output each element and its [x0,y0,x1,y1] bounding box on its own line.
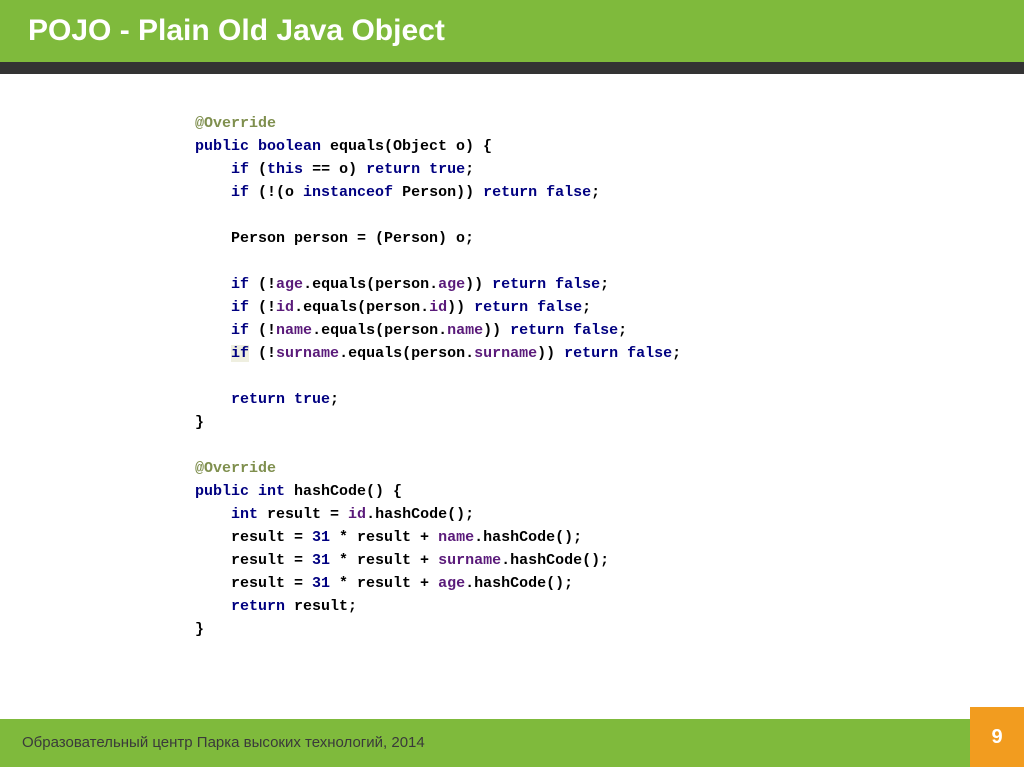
field: surname [276,345,339,362]
header-underline [0,62,1024,74]
txt: result = [231,552,312,569]
txt: result; [285,598,357,615]
annotation: @Override [195,115,276,132]
page-number-value: 9 [991,726,1002,749]
kw: if [231,322,249,339]
txt: .equals(person. [303,276,438,293]
txt: * result + [330,529,438,546]
txt: == o) [303,161,366,178]
kw: return false [483,184,591,201]
annotation: @Override [195,460,276,477]
txt: (! [249,276,276,293]
txt: .equals(person. [339,345,474,362]
footer-text: Образовательный центр Парка высоких техн… [0,719,1024,751]
txt: ; [330,391,339,408]
num: 31 [312,575,330,592]
slide-header: POJO - Plain Old Java Object [0,0,1024,62]
txt: )) [537,345,564,362]
slide-footer: Образовательный центр Парка высоких техн… [0,719,1024,767]
txt: } [195,621,204,638]
txt: ; [582,299,591,316]
kw: this [267,161,303,178]
field: id [429,299,447,316]
txt: ; [618,322,627,339]
txt: .hashCode(); [474,529,582,546]
kw: return false [510,322,618,339]
txt: * result + [330,575,438,592]
page-number: 9 [970,707,1024,767]
kw: if [231,161,249,178]
txt: (! [249,299,276,316]
kw: instanceof [303,184,393,201]
field: name [438,529,474,546]
kw: return false [564,345,672,362]
txt: )) [483,322,510,339]
kw: return true [366,161,465,178]
txt: .equals(person. [294,299,429,316]
field: name [447,322,483,339]
txt: Person)) [393,184,483,201]
txt: * result + [330,552,438,569]
kw: return true [231,391,330,408]
txt: .hashCode(); [501,552,609,569]
field: age [438,276,465,293]
field: id [348,506,366,523]
txt: hashCode() { [285,483,402,500]
field: surname [474,345,537,362]
txt: .hashCode(); [465,575,573,592]
field: surname [438,552,501,569]
txt: equals(Object o) { [321,138,492,155]
txt: ; [600,276,609,293]
num: 31 [312,529,330,546]
txt: result = [231,529,312,546]
txt: ( [249,161,267,178]
kw: int [231,506,258,523]
txt: ; [672,345,681,362]
txt: result = [258,506,348,523]
kw: return false [474,299,582,316]
field: age [438,575,465,592]
txt: } [195,414,204,431]
field: name [276,322,312,339]
txt: )) [447,299,474,316]
txt: Person person = (Person) o; [231,230,474,247]
kw: public [195,138,249,155]
txt: .hashCode(); [366,506,474,523]
txt: (! [249,322,276,339]
kw: if [231,345,249,362]
kw: return [231,598,285,615]
highlight: if [231,345,249,362]
field: id [276,299,294,316]
field: age [276,276,303,293]
txt: result = [231,575,312,592]
kw: int [249,483,285,500]
kw: boolean [249,138,321,155]
kw: if [231,276,249,293]
slide-title: POJO - Plain Old Java Object [28,14,445,47]
kw: public [195,483,249,500]
kw: return false [492,276,600,293]
txt: (! [249,345,276,362]
txt: ; [465,161,474,178]
txt: (!(o [249,184,303,201]
code-block: @Override public boolean equals(Object o… [0,74,1024,641]
num: 31 [312,552,330,569]
kw: if [231,299,249,316]
kw: if [231,184,249,201]
txt: ; [591,184,600,201]
txt: )) [465,276,492,293]
txt: .equals(person. [312,322,447,339]
